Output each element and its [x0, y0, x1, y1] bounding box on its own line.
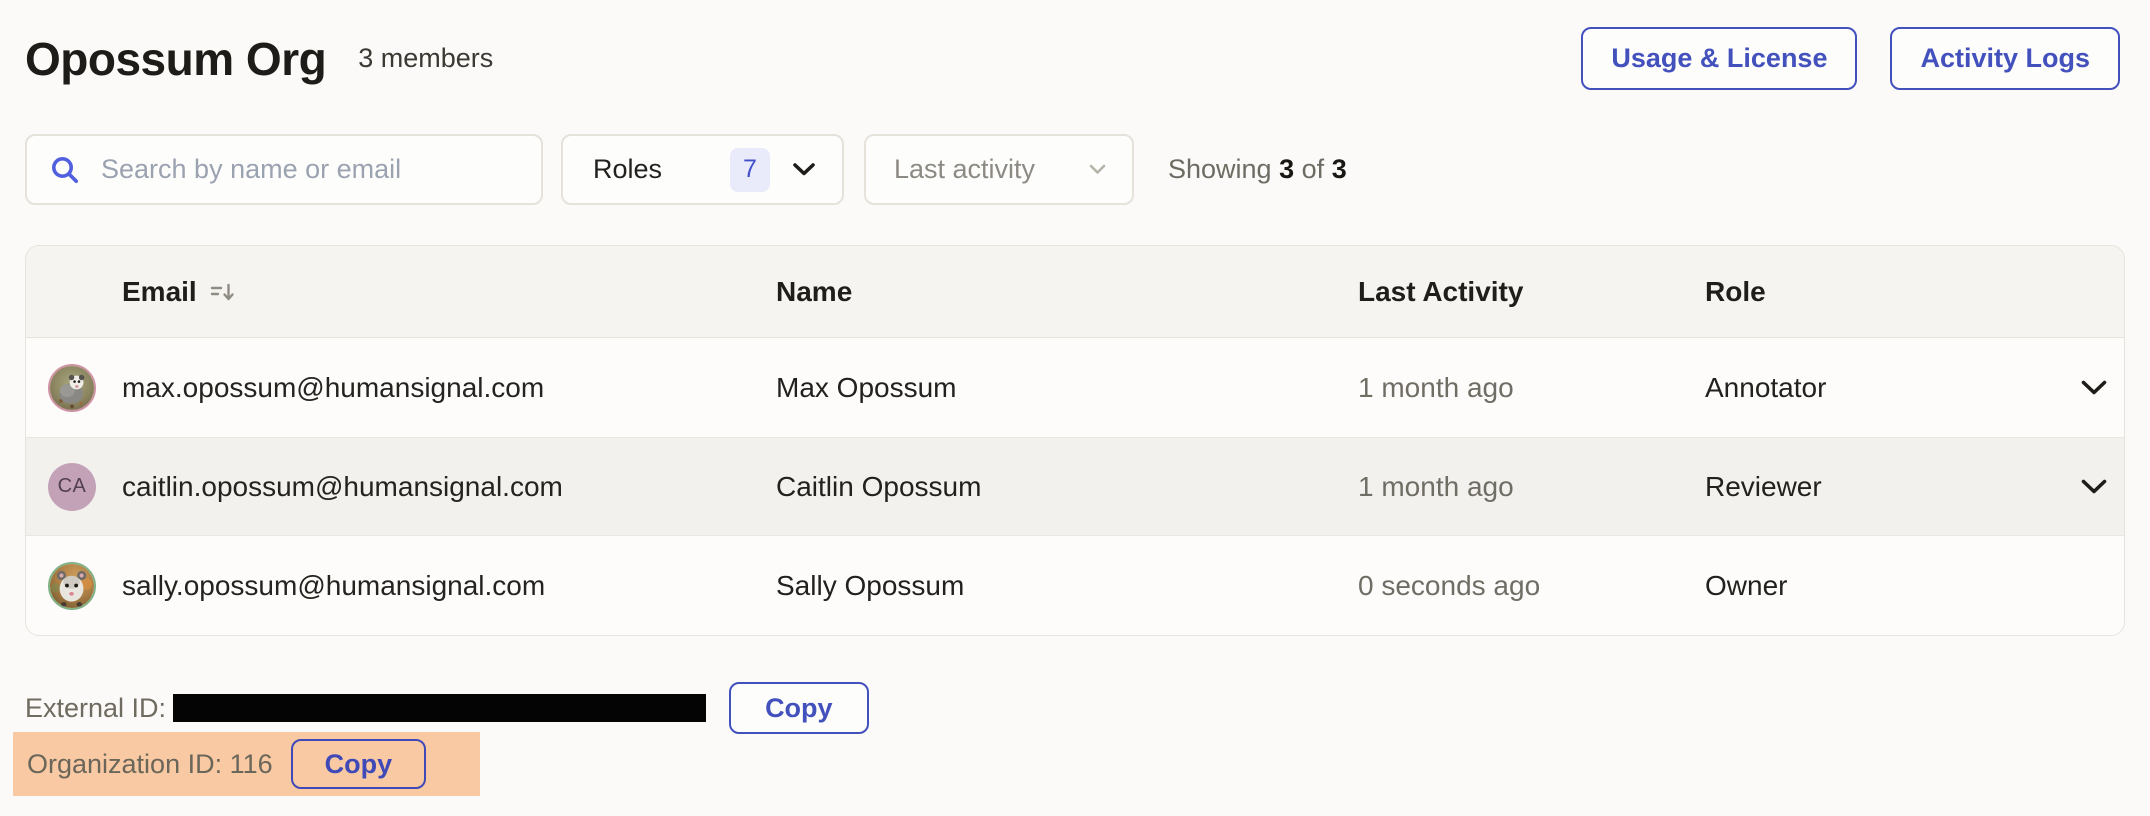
- copy-organization-id-button[interactable]: Copy: [291, 739, 427, 789]
- member-role: Owner: [1705, 570, 1787, 602]
- member-last-activity: 1 month ago: [1333, 471, 1680, 503]
- member-row[interactable]: max.opossum@humansignal.com Max Opossum …: [26, 338, 2124, 437]
- showing-count-text: Showing 3 of 3: [1168, 154, 1347, 185]
- member-last-activity: 1 month ago: [1333, 372, 1680, 404]
- copy-external-id-button[interactable]: Copy: [729, 682, 869, 734]
- member-name: Caitlin Opossum: [751, 471, 1333, 503]
- roles-count-badge: 7: [730, 148, 770, 192]
- activity-logs-button[interactable]: Activity Logs: [1890, 27, 2120, 90]
- last-activity-sort-dropdown[interactable]: Last activity: [864, 134, 1134, 205]
- search-box[interactable]: [25, 134, 543, 205]
- member-role: Reviewer: [1705, 471, 1822, 503]
- table-header-row: Email Name Last Activity Role: [26, 246, 2124, 338]
- page-header: Opossum Org 3 members Usage & License Ac…: [25, 27, 2120, 90]
- roles-filter-dropdown[interactable]: Roles 7: [561, 134, 844, 205]
- avatar: [48, 364, 96, 412]
- column-header-last-activity: Last Activity: [1333, 276, 1680, 308]
- organization-id-row: Organization ID: 116 Copy: [13, 732, 480, 796]
- organization-members-page: Opossum Org 3 members Usage & License Ac…: [0, 0, 2150, 816]
- search-input[interactable]: [99, 153, 521, 186]
- member-row[interactable]: CA caitlin.opossum@humansignal.com Caitl…: [26, 437, 2124, 536]
- chevron-down-icon: [792, 162, 816, 177]
- chevron-down-icon[interactable]: [2080, 478, 2108, 495]
- search-icon: [49, 154, 81, 186]
- organization-id-label: Organization ID: 116: [27, 749, 273, 780]
- email-cell: sally.opossum@humansignal.com: [26, 562, 751, 610]
- column-header-role: Role: [1680, 276, 2124, 308]
- filters-bar: Roles 7 Last activity Showing 3 of 3: [25, 134, 2120, 205]
- roles-filter-label: Roles: [593, 154, 662, 185]
- role-select[interactable]: Annotator: [1680, 372, 2124, 404]
- external-id-redacted-value: [173, 694, 706, 722]
- header-actions: Usage & License Activity Logs: [1581, 27, 2120, 90]
- chevron-down-icon[interactable]: [2080, 379, 2108, 396]
- member-name: Sally Opossum: [751, 570, 1333, 602]
- role-select[interactable]: Reviewer: [1680, 471, 2124, 503]
- chevron-down-icon: [1089, 164, 1106, 175]
- page-title: Opossum Org: [25, 32, 326, 86]
- member-role: Annotator: [1705, 372, 1826, 404]
- member-name: Max Opossum: [751, 372, 1333, 404]
- column-header-name: Name: [751, 276, 1333, 308]
- avatar-initials: CA: [48, 463, 96, 511]
- role-cell: Owner: [1680, 570, 2124, 602]
- sort-descending-icon[interactable]: [209, 280, 236, 304]
- last-activity-sort-label: Last activity: [894, 154, 1035, 185]
- external-id-row: External ID: Copy: [25, 682, 2150, 734]
- showing-count-shown: 3: [1279, 154, 1294, 184]
- member-count: 3 members: [358, 43, 493, 74]
- external-id-label: External ID:: [25, 693, 166, 724]
- showing-count-total: 3: [1332, 154, 1347, 184]
- member-last-activity: 0 seconds ago: [1333, 570, 1680, 602]
- column-header-email: Email: [26, 276, 751, 308]
- member-row[interactable]: sally.opossum@humansignal.com Sally Opos…: [26, 536, 2124, 635]
- email-cell: max.opossum@humansignal.com: [26, 364, 751, 412]
- usage-license-button[interactable]: Usage & License: [1581, 27, 1857, 90]
- member-email: max.opossum@humansignal.com: [122, 372, 544, 404]
- member-email: sally.opossum@humansignal.com: [122, 570, 545, 602]
- avatar: [48, 562, 96, 610]
- members-table: Email Name Last Activity Role: [25, 245, 2125, 636]
- member-email: caitlin.opossum@humansignal.com: [122, 471, 563, 503]
- email-cell: CA caitlin.opossum@humansignal.com: [26, 463, 751, 511]
